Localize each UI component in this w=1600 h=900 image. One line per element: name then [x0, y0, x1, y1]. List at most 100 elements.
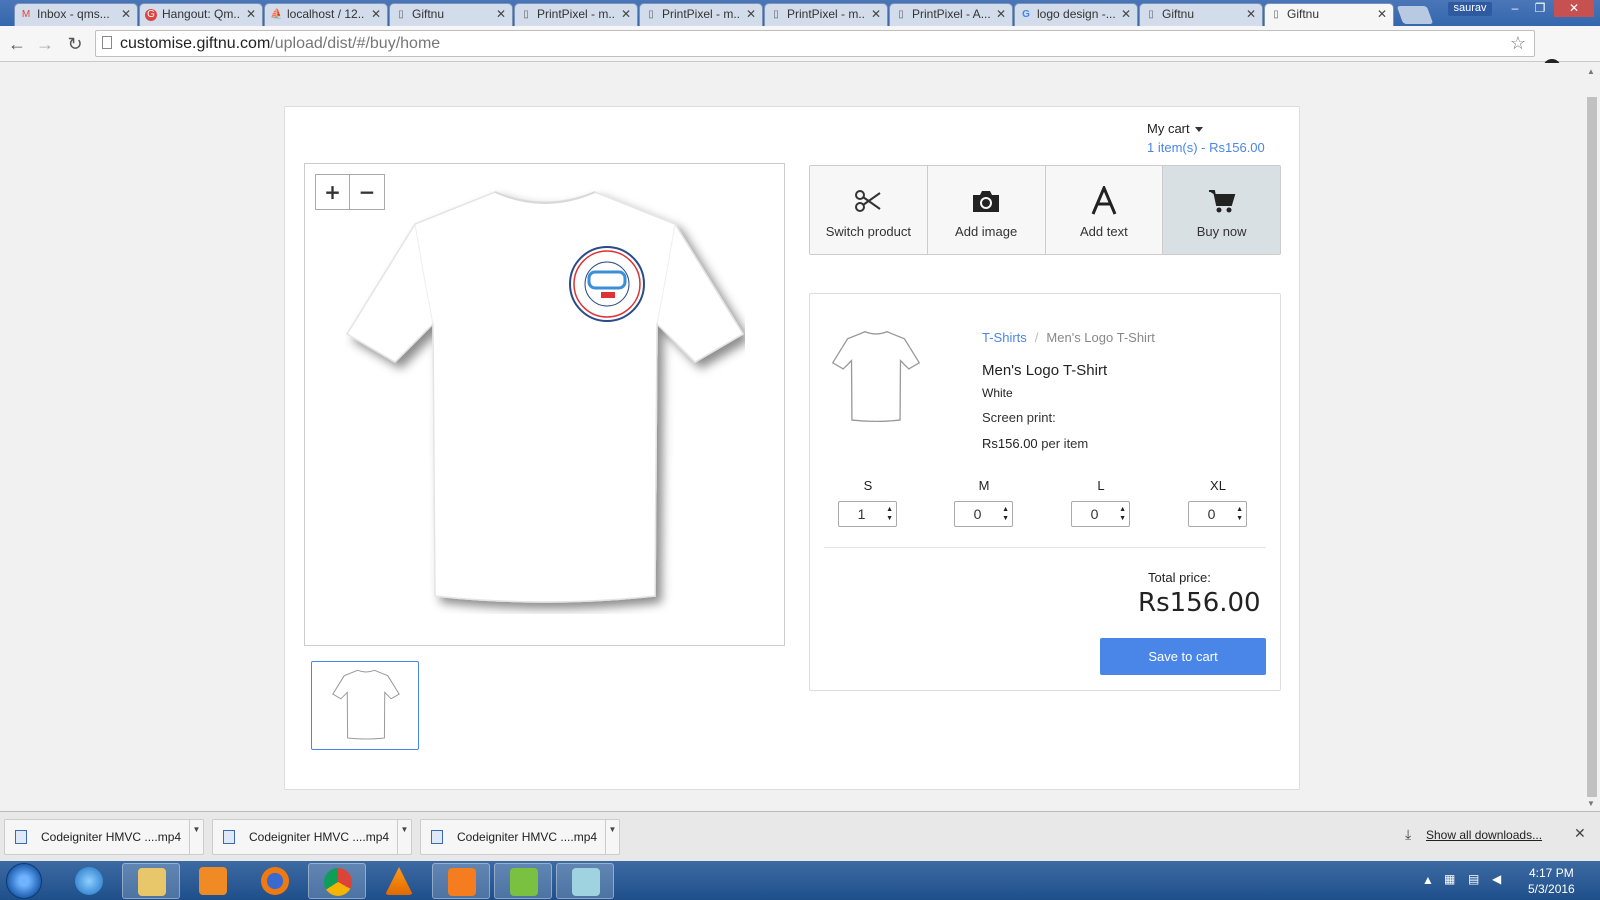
browser-tab[interactable]: ▯ PrintPixel - m... ✕: [764, 3, 888, 26]
hangouts-icon: G: [145, 9, 157, 21]
scroll-thumb[interactable]: [1587, 97, 1597, 797]
close-icon[interactable]: ✕: [371, 7, 381, 21]
quantity-value[interactable]: 0: [1091, 506, 1099, 522]
new-tab-button[interactable]: [1396, 6, 1434, 24]
buy-now-button[interactable]: Buy now: [1163, 166, 1280, 254]
quantity-stepper[interactable]: 0 ▲ ▼: [1188, 501, 1247, 527]
close-icon[interactable]: ✕: [871, 7, 881, 21]
scroll-up-icon[interactable]: ▲: [1587, 67, 1595, 76]
product-preview: + −: [304, 163, 785, 646]
quantity-value[interactable]: 0: [974, 506, 982, 522]
network-icon[interactable]: ▦: [1444, 872, 1455, 886]
taskbar-vlc[interactable]: [370, 863, 428, 899]
spin-arrows-icon[interactable]: ▲ ▼: [1236, 505, 1243, 523]
window-close-icon[interactable]: ✕: [1554, 0, 1594, 17]
url-input[interactable]: customise.giftnu.com/upload/dist/#/buy/h…: [95, 30, 1535, 57]
quantity-stepper[interactable]: 0 ▲ ▼: [954, 501, 1013, 527]
product-name: Men's Logo T-Shirt: [982, 362, 1108, 379]
print-method: Screen print:: [982, 410, 1056, 425]
browser-tab[interactable]: ▯ Giftnu ✕: [389, 3, 513, 26]
spin-arrows-icon[interactable]: ▲ ▼: [1002, 505, 1009, 523]
scissors-icon: [855, 190, 881, 212]
url-path: /upload/dist/#/buy/home: [270, 35, 441, 52]
switch-product-button[interactable]: Switch product: [810, 166, 928, 254]
my-cart[interactable]: My cart 1 item(s) - Rs156.00: [1147, 121, 1265, 155]
reload-icon[interactable]: ↻: [62, 31, 88, 57]
clock[interactable]: 4:17 PM 5/3/2016: [1528, 865, 1575, 897]
close-icon[interactable]: ✕: [121, 7, 131, 21]
flag-icon[interactable]: ▤: [1468, 872, 1479, 886]
quantity-stepper[interactable]: 0 ▲ ▼: [1071, 501, 1130, 527]
add-text-button[interactable]: Add text: [1045, 166, 1164, 254]
view-thumbnail[interactable]: [311, 661, 419, 750]
browser-tab[interactable]: ▯ PrintPixel - A... ✕: [889, 3, 1013, 26]
size-s: S 1 ▲ ▼: [838, 478, 898, 527]
spin-arrows-icon[interactable]: ▲ ▼: [886, 505, 893, 523]
unit-price-suffix: per item: [1041, 436, 1089, 451]
taskbar-firefox[interactable]: [246, 863, 304, 899]
download-filename[interactable]: Codeigniter HMVC ....mp4: [457, 830, 597, 844]
close-icon[interactable]: ✕: [1246, 7, 1256, 21]
show-all-downloads-link[interactable]: Show all downloads...: [1426, 828, 1542, 842]
save-to-cart-button[interactable]: Save to cart: [1100, 638, 1266, 675]
taskbar-xampp[interactable]: [432, 863, 490, 899]
browser-tab[interactable]: ▯ PrintPixel - m... ✕: [514, 3, 638, 26]
browser-tab[interactable]: G logo design -... ✕: [1014, 3, 1138, 26]
download-filename[interactable]: Codeigniter HMVC ....mp4: [249, 830, 389, 844]
browser-tab[interactable]: G Hangout: Qm... ✕: [139, 3, 263, 26]
spin-arrows-icon[interactable]: ▲ ▼: [1119, 505, 1126, 523]
close-icon[interactable]: ✕: [996, 7, 1006, 21]
taskbar-chrome[interactable]: [308, 863, 366, 899]
download-item[interactable]: Codeigniter HMVC ....mp4 ▼: [420, 819, 620, 855]
taskbar-notepad[interactable]: [494, 863, 552, 899]
browser-tab[interactable]: M Inbox - qms... ✕: [14, 3, 138, 26]
download-item[interactable]: Codeigniter HMVC ....mp4 ▼: [4, 819, 204, 855]
chevron-down-icon[interactable]: ▼: [189, 820, 203, 854]
browser-tab[interactable]: ▯ Giftnu ✕: [1139, 3, 1263, 26]
volume-icon[interactable]: ◀: [1492, 872, 1501, 886]
taskbar-ie[interactable]: [60, 863, 118, 899]
bookmark-star-icon[interactable]: ☆: [1510, 31, 1526, 56]
video-file-icon: [223, 830, 235, 844]
scroll-down-icon[interactable]: ▼: [1587, 799, 1595, 808]
close-icon[interactable]: ✕: [746, 7, 756, 21]
browser-tab-active[interactable]: ▯ Giftnu ✕: [1264, 3, 1394, 27]
download-item[interactable]: Codeigniter HMVC ....mp4 ▼: [212, 819, 412, 855]
total-price-label: Total price:: [1148, 570, 1211, 585]
my-cart-label[interactable]: My cart: [1147, 121, 1190, 136]
profile-name[interactable]: saurav: [1448, 2, 1492, 16]
close-icon[interactable]: ✕: [1377, 7, 1387, 21]
close-icon[interactable]: ✕: [1121, 7, 1131, 21]
taskbar-app[interactable]: [556, 863, 614, 899]
download-filename[interactable]: Codeigniter HMVC ....mp4: [41, 830, 181, 844]
order-details-panel: T-Shirts / Men's Logo T-Shirt Men's Logo T…: [809, 293, 1281, 691]
cart-summary[interactable]: 1 item(s) - Rs156.00: [1147, 140, 1265, 155]
tab-title: Inbox - qms...: [37, 7, 110, 21]
start-button[interactable]: [6, 863, 42, 899]
maximize-icon[interactable]: ❐: [1528, 0, 1552, 17]
taskbar-explorer[interactable]: [122, 863, 180, 899]
minimize-icon[interactable]: –: [1503, 0, 1527, 17]
close-icon[interactable]: ✕: [496, 7, 506, 21]
chevron-down-icon[interactable]: ▼: [605, 820, 619, 854]
close-icon[interactable]: ✕: [621, 7, 631, 21]
browser-tab[interactable]: ▯ PrintPixel - m... ✕: [639, 3, 763, 26]
taskbar-media-player[interactable]: [184, 863, 242, 899]
breadcrumb-category-link[interactable]: T-Shirts: [982, 330, 1027, 345]
tshirt-thumbnail-icon: [332, 669, 400, 740]
tool-label: Switch product: [825, 224, 911, 239]
chevron-down-icon[interactable]: ▼: [397, 820, 411, 854]
quantity-stepper[interactable]: 1 ▲ ▼: [838, 501, 897, 527]
add-image-button[interactable]: Add image: [927, 166, 1046, 254]
total-price-value: Rs156.00: [1138, 588, 1261, 618]
close-icon[interactable]: ✕: [1574, 825, 1586, 842]
close-icon[interactable]: ✕: [246, 7, 256, 21]
size-label: L: [1097, 478, 1105, 493]
browser-tab[interactable]: ⛵ localhost / 12... ✕: [264, 3, 388, 26]
quantity-value[interactable]: 0: [1208, 506, 1216, 522]
chevron-up-icon[interactable]: ▲: [1422, 873, 1434, 887]
forward-icon[interactable]: →: [32, 31, 58, 57]
page-scrollbar[interactable]: ▲ ▼: [1584, 63, 1600, 811]
quantity-value[interactable]: 1: [858, 506, 866, 522]
back-icon[interactable]: ←: [4, 31, 30, 57]
